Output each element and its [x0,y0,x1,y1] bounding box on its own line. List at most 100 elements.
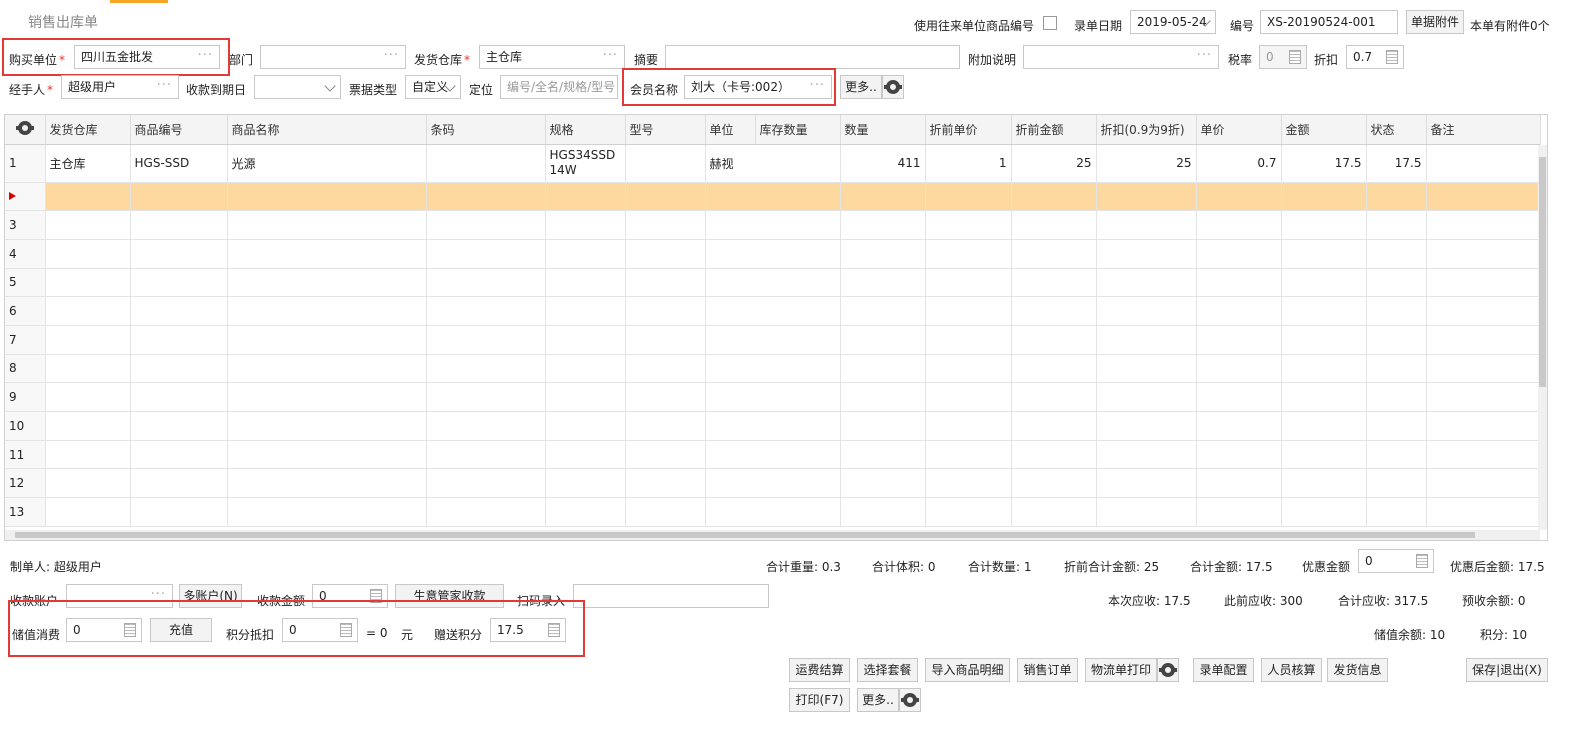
grid-horizontal-scrollbar[interactable] [5,530,1540,540]
recharge-button[interactable]: 充值 [150,618,212,642]
col-header[interactable]: 商品编号 [130,115,228,145]
col-header[interactable]: 折前金额 [1011,115,1097,145]
cell-spec[interactable]: HGS34SSD14W [545,144,626,183]
cell-stock[interactable]: 411 [840,144,926,183]
locate-input[interactable]: 编号/全名/规格/型号 [500,75,618,99]
scroll-thumb[interactable] [1539,157,1546,387]
scan-input[interactable] [573,584,769,608]
discount-field[interactable]: 0.7 [1346,45,1404,69]
freight-button[interactable]: 运费结算 [789,658,850,682]
col-header[interactable]: 规格 [545,115,626,145]
logistics-print-button[interactable]: 物流单打印 [1085,658,1157,682]
table-row-current[interactable] [5,182,1541,212]
cell-unit[interactable]: 赫视 [705,144,841,183]
more-dots-icon: ··· [383,48,399,63]
cell-status[interactable] [1426,144,1541,183]
row-number: 13 [5,497,46,527]
cell-pre-price[interactable]: 25 [1011,144,1097,183]
cell-barcode[interactable] [426,144,546,183]
table-row[interactable]: 13 [5,497,1541,527]
product-table: 发货仓库 商品编号 商品名称 条码 规格 型号 单位 库存数量 数量 折前单价 … [5,115,1541,527]
table-row[interactable]: 10 [5,411,1541,441]
department-field[interactable]: ··· [260,45,406,69]
extra-note-field[interactable]: ··· [1023,45,1219,69]
warehouse-field[interactable]: 主仓库 ··· [479,45,625,69]
table-row[interactable]: 12 [5,468,1541,499]
cell-code[interactable]: HGS-SSD [130,144,228,183]
buyer-label: 购买单位 * [9,53,66,67]
table-row[interactable]: 6 [5,296,1541,326]
more-actions-button[interactable]: 更多.. [857,688,899,712]
member-field[interactable]: 刘大（卡号:002） ··· [684,75,832,99]
gift-points-field[interactable]: 17.5 [490,618,566,642]
summary-field[interactable] [665,45,960,69]
col-header[interactable]: 型号 [625,115,706,145]
row-number: 10 [5,411,46,441]
points-deduct-field[interactable]: 0 [282,618,358,642]
invoice-type-select[interactable]: 自定义 [405,75,461,99]
col-header[interactable]: 金额 [1281,115,1367,145]
sales-order-button[interactable]: 销售订单 [1017,658,1078,682]
cell-price[interactable]: 17.5 [1281,144,1367,183]
table-row[interactable]: 1 主仓库 HGS-SSD 光源 HGS34SSD14W 赫视 411 1 25… [5,144,1541,183]
cell-pre-amount[interactable]: 25 [1096,144,1197,183]
col-header[interactable]: 备注 [1426,115,1541,145]
number-field[interactable]: XS-20190524-001 [1260,10,1398,34]
table-row[interactable]: 5 [5,268,1541,298]
table-row[interactable]: 3 [5,210,1541,240]
table-row[interactable]: 9 [5,382,1541,412]
tax-field[interactable]: 0 [1259,45,1307,69]
more-actions-settings-button[interactable] [899,688,921,712]
ship-info-button[interactable]: 发货信息 [1327,658,1388,682]
package-button[interactable]: 选择套餐 [857,658,918,682]
total-receivable: 合计应收: 317.5 [1338,594,1429,608]
save-exit-button[interactable]: 保存|退出(X) [1466,658,1548,682]
attachment-button[interactable]: 单据附件 [1406,10,1464,34]
grid-vertical-scrollbar[interactable] [1538,145,1547,530]
gear-icon [15,120,34,135]
cell-model[interactable] [625,144,706,183]
staff-calc-button[interactable]: 人员核算 [1261,658,1322,682]
col-header[interactable]: 单位 [705,115,756,145]
col-header[interactable]: 状态 [1366,115,1427,145]
print-button[interactable]: 打印(F7) [789,688,850,712]
cell-warehouse[interactable]: 主仓库 [45,144,131,183]
col-header[interactable]: 条码 [426,115,546,145]
stored-consume-field[interactable]: 0 [66,618,142,642]
more-fields-button[interactable]: 更多.. [840,75,882,99]
more-dots-icon: ··· [156,78,172,93]
extra-note-label: 附加说明 [968,53,1017,67]
col-header[interactable]: 折前单价 [925,115,1012,145]
col-header[interactable]: 发货仓库 [45,115,131,145]
use-partner-code-checkbox[interactable] [1043,16,1057,30]
cell-qty[interactable]: 1 [925,144,1012,183]
logistics-settings-button[interactable] [1157,658,1179,682]
col-header[interactable]: 数量 [840,115,926,145]
table-row[interactable]: 7 [5,325,1541,355]
table-row[interactable]: 11 [5,440,1541,470]
table-row[interactable]: 8 [5,354,1541,384]
entry-config-button[interactable]: 录单配置 [1193,658,1254,682]
col-header[interactable]: 商品名称 [227,115,427,145]
cell-discount[interactable]: 0.7 [1196,144,1282,183]
col-header[interactable]: 折扣(0.9为9折) [1096,115,1197,145]
grid-settings-cell[interactable] [5,115,46,145]
due-date-field[interactable] [254,75,341,99]
stored-balance: 储值余额: 10 [1374,628,1446,642]
cell-amount[interactable]: 17.5 [1366,144,1427,183]
department-label: 部门 [229,53,254,67]
discount-amount-field[interactable]: 0 [1358,549,1434,573]
row-number: 3 [5,210,46,240]
locate-label: 定位 [469,83,494,97]
scroll-thumb[interactable] [15,532,1475,538]
header-settings-button[interactable] [882,75,904,99]
cell-name[interactable]: 光源 [227,144,427,183]
points-balance: 积分: 10 [1480,628,1528,642]
handler-field[interactable]: 超级用户 ··· [61,75,179,99]
table-row[interactable]: 4 [5,239,1541,269]
col-header[interactable]: 库存数量 [755,115,841,145]
import-detail-button[interactable]: 导入商品明细 [925,658,1010,682]
entry-date-field[interactable]: 2019-05-24 [1130,10,1216,34]
col-header[interactable]: 单价 [1196,115,1282,145]
buyer-field[interactable]: 四川五金批发 ··· [74,45,220,69]
